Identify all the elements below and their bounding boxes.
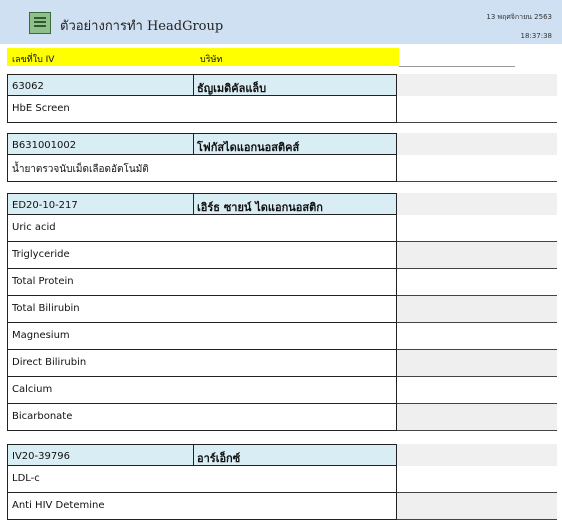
report-header: ตัวอย่างการทำ HeadGroup 13 พฤศจิกายน 256… xyxy=(0,0,562,44)
report-time: 18:37:38 xyxy=(520,32,552,40)
invoice-number: B631001002 xyxy=(7,133,194,155)
row-spacer xyxy=(397,155,557,182)
row-spacer xyxy=(397,96,557,123)
item-name: Uric acid xyxy=(7,215,397,242)
group-header: IV20-39796 อาร์เอ็กซ์ xyxy=(7,444,557,466)
item-row: Calcium xyxy=(7,377,557,404)
item-name: น้ำยาตรวจนับเม็ดเลือดอัตโนมัติ xyxy=(7,155,397,182)
item-name: Calcium xyxy=(7,377,397,404)
group-header: ED20-10-217 เอิร์ธ ซายน์ ไดแอกนอสติก xyxy=(7,193,557,215)
invoice-group: B631001002 โฟกัสไดแอกนอสติคส์ น้ำยาตรวจน… xyxy=(7,133,557,182)
divider xyxy=(399,66,515,67)
invoice-number: IV20-39796 xyxy=(7,444,194,466)
item-row: Magnesium xyxy=(7,323,557,350)
row-spacer xyxy=(397,269,557,296)
item-name: Magnesium xyxy=(7,323,397,350)
column-header-number: เลขที่ใบ IV xyxy=(12,55,55,65)
row-spacer xyxy=(397,242,557,269)
item-name: Bicarbonate xyxy=(7,404,397,431)
item-row: Bicarbonate xyxy=(7,404,557,431)
company-name: โฟกัสไดแอกนอสติคส์ xyxy=(194,133,397,155)
item-name: Direct Bilirubin xyxy=(7,350,397,377)
column-header-company: บริษัท xyxy=(200,55,223,65)
company-name: ธัญเมดิคัลแล็บ xyxy=(194,74,397,96)
item-row: Total Bilirubin xyxy=(7,296,557,323)
invoice-group: IV20-39796 อาร์เอ็กซ์ LDL-c Anti HIV Det… xyxy=(7,444,557,520)
report-title: ตัวอย่างการทำ HeadGroup xyxy=(60,19,224,34)
column-header-bar: เลขที่ใบ IV บริษัท xyxy=(7,48,399,66)
item-name: Total Bilirubin xyxy=(7,296,397,323)
group-header-spacer xyxy=(397,133,557,155)
row-spacer xyxy=(397,466,557,493)
item-name: Anti HIV Detemine xyxy=(7,493,397,520)
row-spacer xyxy=(397,215,557,242)
invoice-number: ED20-10-217 xyxy=(7,193,194,215)
invoice-group: 63062 ธัญเมดิคัลแล็บ HbE Screen xyxy=(7,74,557,123)
item-row: HbE Screen xyxy=(7,96,557,123)
row-spacer xyxy=(397,323,557,350)
row-spacer xyxy=(397,493,557,520)
company-name: อาร์เอ็กซ์ xyxy=(194,444,397,466)
row-spacer xyxy=(397,377,557,404)
invoice-number: 63062 xyxy=(7,74,194,96)
row-spacer xyxy=(397,350,557,377)
item-name: Triglyceride xyxy=(7,242,397,269)
item-row: Uric acid xyxy=(7,215,557,242)
group-header: 63062 ธัญเมดิคัลแล็บ xyxy=(7,74,557,96)
company-name: เอิร์ธ ซายน์ ไดแอกนอสติก xyxy=(194,193,397,215)
item-row: น้ำยาตรวจนับเม็ดเลือดอัตโนมัติ xyxy=(7,155,557,182)
group-header-spacer xyxy=(397,444,557,466)
item-row: Triglyceride xyxy=(7,242,557,269)
item-row: Direct Bilirubin xyxy=(7,350,557,377)
item-name: HbE Screen xyxy=(7,96,397,123)
item-row: Anti HIV Detemine xyxy=(7,493,557,520)
item-row: Total Protein xyxy=(7,269,557,296)
group-header: B631001002 โฟกัสไดแอกนอสติคส์ xyxy=(7,133,557,155)
group-header-spacer xyxy=(397,74,557,96)
group-header-spacer xyxy=(397,193,557,215)
invoice-group: ED20-10-217 เอิร์ธ ซายน์ ไดแอกนอสติก Uri… xyxy=(7,193,557,431)
item-row: LDL-c xyxy=(7,466,557,493)
row-spacer xyxy=(397,404,557,431)
report-date: 13 พฤศจิกายน 2563 xyxy=(486,13,552,21)
row-spacer xyxy=(397,296,557,323)
report-icon xyxy=(29,12,51,34)
item-name: Total Protein xyxy=(7,269,397,296)
item-name: LDL-c xyxy=(7,466,397,493)
